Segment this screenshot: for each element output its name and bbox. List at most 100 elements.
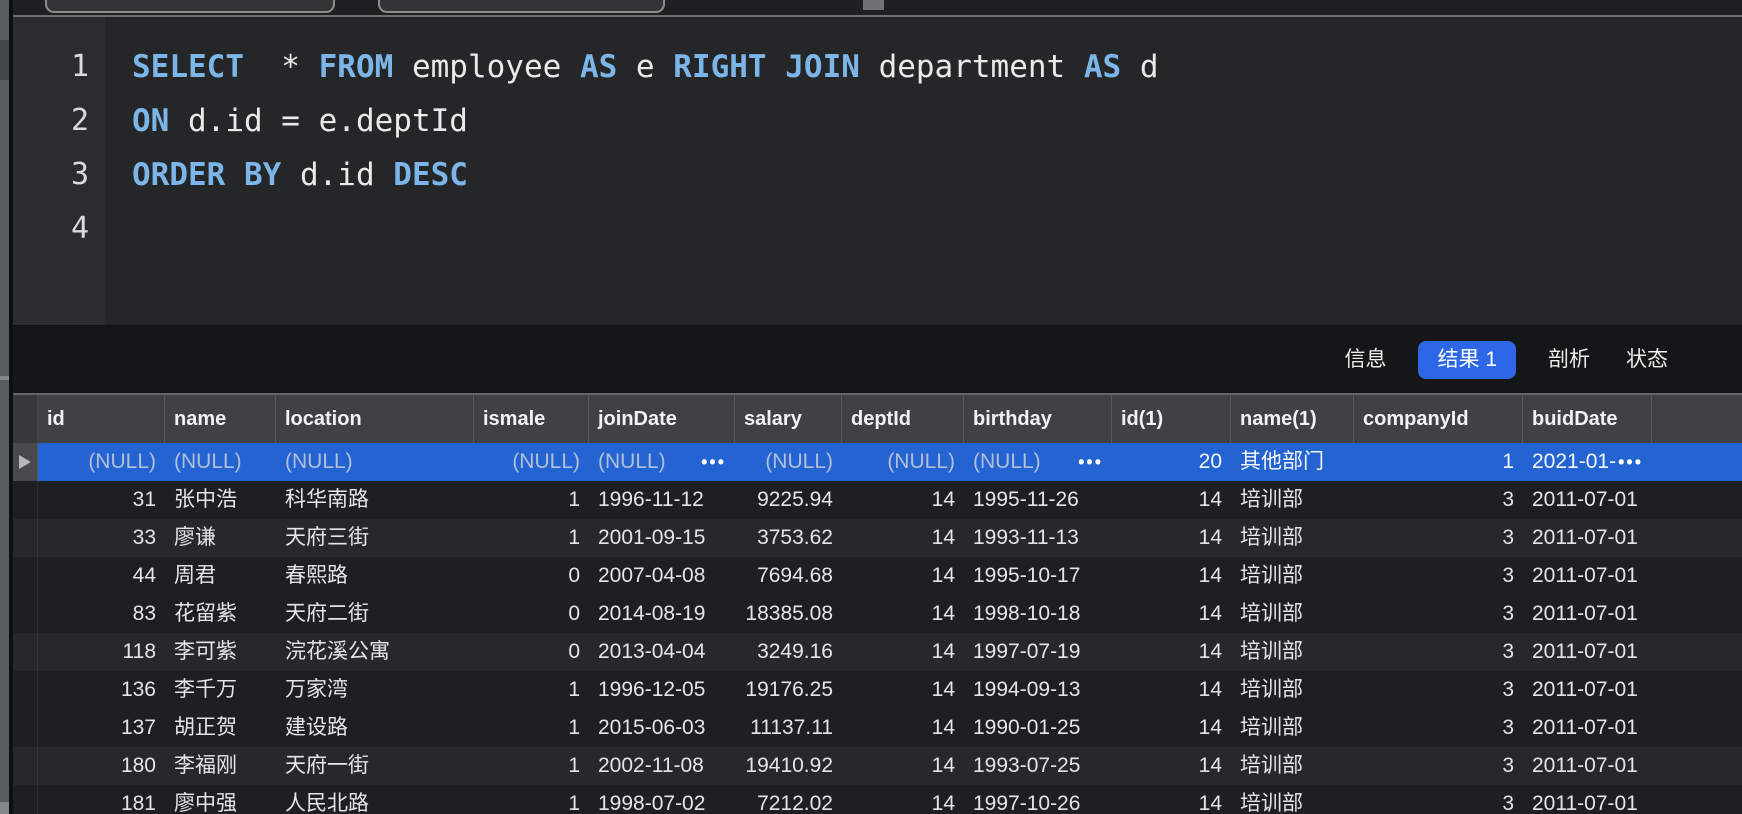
table-cell[interactable]: 2011-07-01	[1523, 633, 1652, 671]
table-row[interactable]: 181 廖中强 人民北路 1 1998-07-02 7212.02 14 1997-10-26…	[13, 785, 1742, 814]
table-cell[interactable]: 2014-08-19	[589, 595, 735, 633]
table-cell[interactable]: 14	[842, 671, 964, 709]
table-cell[interactable]: 3	[1354, 633, 1523, 671]
table-cell[interactable]: 李可紫	[165, 633, 276, 671]
table-row[interactable]: 33 廖谦 天府三街 1 2001-09-15 3753.62 14 1993-11-13 14…	[13, 519, 1742, 557]
table-cell[interactable]: 3	[1354, 747, 1523, 785]
table-cell[interactable]: 1	[1354, 443, 1523, 481]
table-cell[interactable]: 3	[1354, 785, 1523, 814]
table-cell[interactable]: 118	[38, 633, 165, 671]
result-tab-result1[interactable]: 结果 1	[1418, 340, 1516, 379]
table-cell[interactable]: 2007-04-08	[589, 557, 735, 595]
sql-editor[interactable]: 1 2 3 4 SELECT * FROM employee AS e RIGHT J…	[13, 17, 1742, 325]
table-cell[interactable]: 周君	[165, 557, 276, 595]
table-cell[interactable]: 14	[842, 481, 964, 519]
table-cell[interactable]: 培训部	[1231, 747, 1354, 785]
table-cell[interactable]: 83	[38, 595, 165, 633]
table-cell[interactable]: 1993-07-25	[964, 747, 1112, 785]
row-handle[interactable]	[13, 671, 38, 709]
table-cell[interactable]: 2011-07-01	[1523, 557, 1652, 595]
table-cell[interactable]: (NULL)	[276, 443, 474, 481]
table-cell[interactable]: 14	[842, 595, 964, 633]
table-cell[interactable]: 其他部门	[1231, 443, 1354, 481]
table-cell[interactable]: (NULL)	[38, 443, 165, 481]
table-cell[interactable]: 李千万	[165, 671, 276, 709]
table-row[interactable]: 83 花留紫 天府二街 0 2014-08-19 18385.08 14 1998-10-18…	[13, 595, 1742, 633]
table-cell[interactable]: 3249.16	[735, 633, 842, 671]
table-cell[interactable]: 1997-07-19	[964, 633, 1112, 671]
table-cell[interactable]: 3	[1354, 557, 1523, 595]
table-cell[interactable]: 2011-07-01	[1523, 747, 1652, 785]
table-cell[interactable]: 18385.08	[735, 595, 842, 633]
result-tab-profile[interactable]: 剖析	[1544, 341, 1594, 379]
table-row[interactable]: 136 李千万 万家湾 1 1996-12-05 19176.25 14 1994-09-13…	[13, 671, 1742, 709]
table-cell[interactable]: 1	[474, 747, 589, 785]
table-cell[interactable]: 3	[1354, 595, 1523, 633]
ellipsis-button[interactable]: •••	[1618, 443, 1643, 481]
column-header-name1[interactable]: name(1)	[1231, 395, 1354, 443]
table-cell[interactable]: 14	[1112, 671, 1231, 709]
table-cell[interactable]: 2011-07-01	[1523, 785, 1652, 814]
table-cell[interactable]: 1997-10-26	[964, 785, 1112, 814]
table-cell[interactable]: 20	[1112, 443, 1231, 481]
editor-code[interactable]: SELECT * FROM employee AS e RIGHT JOIN d…	[105, 17, 1742, 256]
row-handle[interactable]	[13, 785, 38, 814]
table-row[interactable]: 180 李福刚 天府一街 1 2002-11-08 19410.92 14 1993-07-2…	[13, 747, 1742, 785]
code-line[interactable]: SELECT * FROM employee AS e RIGHT JOIN d…	[132, 40, 1742, 94]
table-cell[interactable]: 浣花溪公寓	[276, 633, 474, 671]
table-cell[interactable]: 181	[38, 785, 165, 814]
table-cell[interactable]: 胡正贺	[165, 709, 276, 747]
column-header-ismale[interactable]: ismale	[474, 395, 589, 443]
table-cell[interactable]: 137	[38, 709, 165, 747]
table-cell[interactable]: 1993-11-13	[964, 519, 1112, 557]
row-handle[interactable]	[13, 595, 38, 633]
table-cell[interactable]: 张中浩	[165, 481, 276, 519]
table-cell[interactable]: 1995-11-26	[964, 481, 1112, 519]
table-cell[interactable]: 春熙路	[276, 557, 474, 595]
table-cell[interactable]: 136	[38, 671, 165, 709]
table-cell[interactable]: 培训部	[1231, 557, 1354, 595]
column-header-salary[interactable]: salary	[735, 395, 842, 443]
table-cell[interactable]: 2013-04-04	[589, 633, 735, 671]
table-cell[interactable]: 2021-01- •••	[1523, 443, 1652, 481]
ellipsis-button[interactable]: •••	[701, 443, 726, 481]
table-cell[interactable]: 33	[38, 519, 165, 557]
table-cell[interactable]: 1996-11-12	[589, 481, 735, 519]
query-tab-partial-1[interactable]	[45, 0, 335, 13]
table-cell[interactable]: 2011-07-01	[1523, 481, 1652, 519]
table-cell[interactable]: 14	[1112, 747, 1231, 785]
table-cell[interactable]: 1995-10-17	[964, 557, 1112, 595]
table-cell[interactable]: 14	[1112, 557, 1231, 595]
table-cell[interactable]: 1	[474, 671, 589, 709]
query-tab-partial-2[interactable]	[378, 0, 665, 13]
table-cell[interactable]: 14	[842, 519, 964, 557]
table-row[interactable]: 31 张中浩 科华南路 1 1996-11-12 9225.94 14 1995-11-26 1…	[13, 481, 1742, 519]
table-cell[interactable]: (NULL) •••	[589, 443, 735, 481]
table-cell[interactable]: 3	[1354, 709, 1523, 747]
result-tab-info[interactable]: 信息	[1340, 341, 1390, 379]
table-cell[interactable]: 1994-09-13	[964, 671, 1112, 709]
table-cell[interactable]: 14	[842, 709, 964, 747]
column-header-joinDate[interactable]: joinDate	[589, 395, 735, 443]
table-cell[interactable]: 44	[38, 557, 165, 595]
code-line[interactable]	[132, 202, 1742, 256]
row-handle[interactable]	[13, 709, 38, 747]
table-cell[interactable]: 花留紫	[165, 595, 276, 633]
table-cell[interactable]: 1	[474, 519, 589, 557]
table-cell[interactable]: 31	[38, 481, 165, 519]
table-cell[interactable]: (NULL)	[735, 443, 842, 481]
table-cell[interactable]: 1998-10-18	[964, 595, 1112, 633]
result-tab-status[interactable]: 状态	[1622, 341, 1672, 379]
table-cell[interactable]: 3	[1354, 519, 1523, 557]
table-cell[interactable]: 11137.11	[735, 709, 842, 747]
code-line[interactable]: ON d.id = e.deptId	[132, 94, 1742, 148]
table-cell[interactable]: 14	[842, 785, 964, 814]
table-cell[interactable]: 培训部	[1231, 519, 1354, 557]
table-cell[interactable]: 天府二街	[276, 595, 474, 633]
table-cell[interactable]: 0	[474, 633, 589, 671]
table-cell[interactable]: 建设路	[276, 709, 474, 747]
table-row[interactable]: 44 周君 春熙路 0 2007-04-08 7694.68 14 1995-10-17 14 培…	[13, 557, 1742, 595]
table-cell[interactable]: 培训部	[1231, 633, 1354, 671]
table-cell[interactable]: 1	[474, 481, 589, 519]
table-cell[interactable]: 14	[842, 747, 964, 785]
